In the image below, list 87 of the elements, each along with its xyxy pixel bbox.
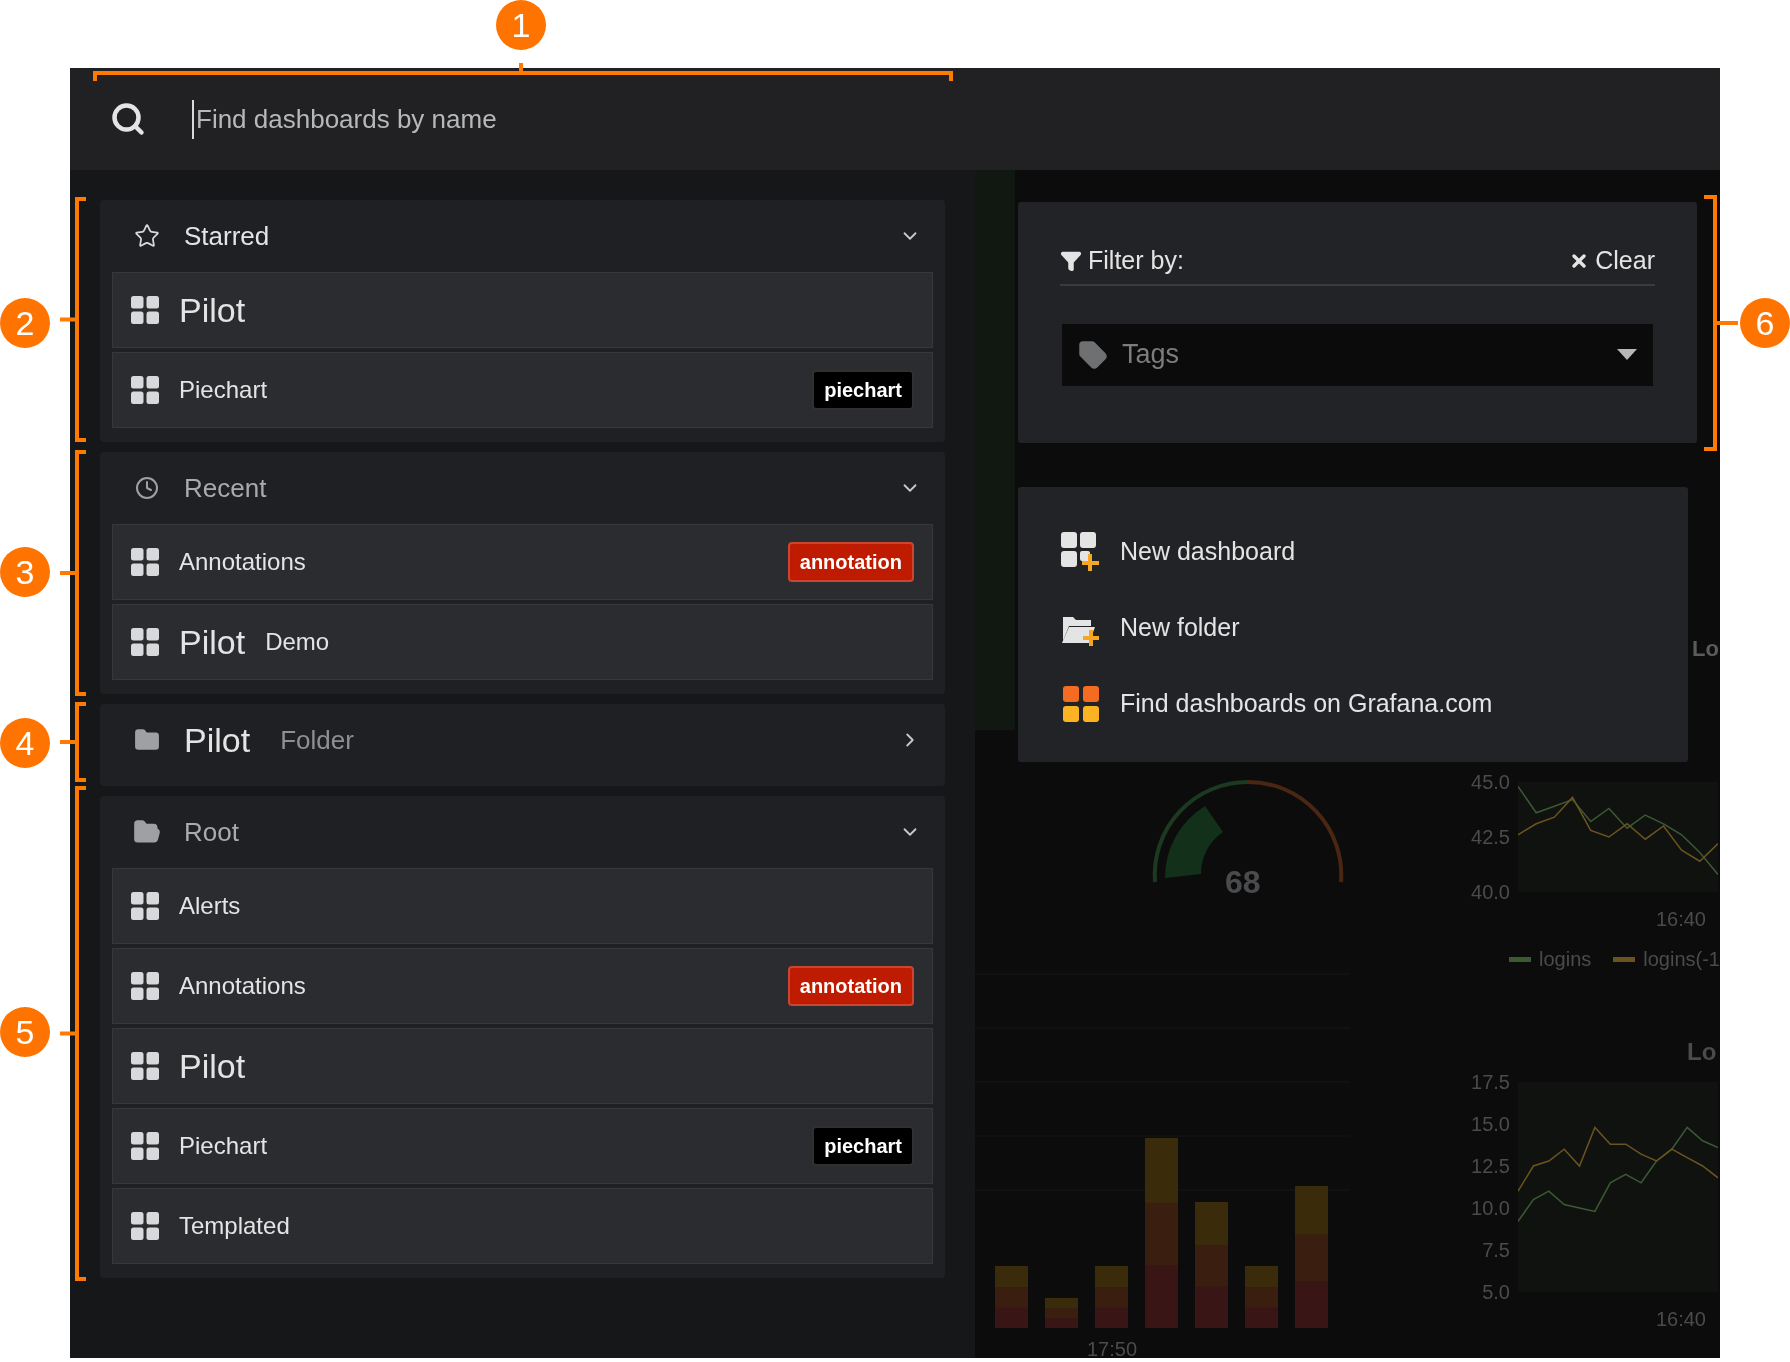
folder-name: Demo — [265, 627, 330, 657]
legend-swatch — [1509, 956, 1532, 962]
filter-icon — [1060, 249, 1082, 272]
search-icon — [110, 101, 146, 137]
dashboard-row[interactable]: Annotations annotation — [112, 948, 933, 1024]
dashboard-row[interactable]: Templated — [112, 1188, 933, 1264]
grid-icon — [131, 1212, 159, 1240]
panel-title: Lo — [1692, 635, 1719, 663]
stacked-bar — [1045, 1298, 1078, 1328]
section-header[interactable]: Recent — [112, 452, 933, 524]
legend-swatch — [1613, 956, 1636, 962]
grid-icon — [131, 972, 159, 1000]
dashboard-row[interactable]: Pilot — [112, 272, 933, 348]
axis-tick: 15.0 — [1471, 1112, 1510, 1136]
time-label: 16:40 — [1655, 907, 1706, 932]
star-icon — [134, 223, 160, 249]
axis-tick: 5.0 — [1482, 1280, 1510, 1304]
axis-tick: 17.5 — [1471, 1070, 1510, 1094]
axis-tick: 7.5 — [1482, 1238, 1510, 1262]
action-link[interactable]: Find dashboards on Grafana.com — [1060, 679, 1646, 729]
dashboard-title: Annotations — [179, 971, 306, 1001]
dashboard-row[interactable]: Pilot — [112, 1028, 933, 1104]
dashboard-title: Piechart — [179, 375, 268, 405]
action-link[interactable]: New dashboard — [1060, 527, 1646, 577]
search-field[interactable]: Find dashboards by name — [192, 99, 1092, 139]
tag-label[interactable]: piechart — [812, 370, 914, 410]
axis-tick: 42.5 — [1471, 825, 1510, 849]
grid-icon — [131, 376, 159, 404]
section-header[interactable]: Pilot Folder — [112, 704, 933, 776]
dashboard-row[interactable]: Piechart piechart — [112, 352, 933, 428]
section-title: Recent — [184, 471, 267, 505]
dashboard-title: Annotations — [179, 547, 306, 577]
clear-button[interactable]: Clear — [1569, 242, 1655, 280]
dashboard-title: Alerts — [179, 891, 241, 921]
legend-label: logins — [1539, 947, 1592, 972]
section-subtitle: Folder — [280, 723, 354, 757]
callout-number: 2 — [0, 298, 50, 348]
legend-label: logins(-1 — [1643, 947, 1720, 972]
dashboard-row[interactable]: Pilot Demo — [112, 604, 933, 680]
dashboard-title: Pilot — [179, 621, 246, 663]
grid-icon — [131, 892, 159, 920]
time-label: 17:50 — [1087, 1337, 1138, 1362]
dashboard-title: Pilot — [179, 289, 246, 331]
axis-tick: 45.0 — [1471, 770, 1510, 794]
dashboard-row[interactable]: Piechart piechart — [112, 1108, 933, 1184]
clock-icon — [135, 476, 159, 500]
callout-number: 4 — [0, 718, 50, 768]
time-label: 16:40 — [1655, 1307, 1706, 1332]
stacked-bar — [1095, 1266, 1128, 1328]
callout-number: 5 — [0, 1007, 50, 1057]
callout-number: 1 — [496, 0, 546, 50]
axis-tick: 10.0 — [1471, 1196, 1510, 1220]
panel-title: Lo — [1687, 1037, 1717, 1067]
axis-tick: 40.0 — [1471, 880, 1510, 904]
grid-icon — [131, 1052, 159, 1080]
tags-placeholder: Tags — [1122, 338, 1180, 372]
section-title: Pilot — [184, 719, 251, 761]
section-header[interactable]: Starred — [112, 200, 933, 272]
grid-icon — [131, 1132, 159, 1160]
axis-tick: 12.5 — [1471, 1154, 1510, 1178]
dashboard-title: Pilot — [179, 1045, 246, 1087]
callout-number: 3 — [0, 547, 50, 597]
folder-icon — [134, 727, 160, 753]
new-dashboard-icon — [1061, 532, 1101, 572]
callout-number: 6 — [1740, 298, 1790, 348]
dashboard-title: Templated — [179, 1211, 290, 1241]
tag-icon — [1078, 339, 1108, 370]
dashboard-row[interactable]: Alerts — [112, 868, 933, 944]
caret-icon — [1617, 349, 1637, 360]
filter-label: Filter by: — [1088, 245, 1184, 276]
dashboard-title: Piechart — [179, 1131, 268, 1161]
tag-label[interactable]: piechart — [812, 1126, 914, 1166]
grid-icon — [131, 548, 159, 576]
stacked-bar — [1245, 1266, 1278, 1328]
tag-label[interactable]: annotation — [787, 966, 914, 1006]
stacked-bar — [995, 1266, 1028, 1328]
grid-icon — [131, 628, 159, 656]
dashboard-row[interactable]: Annotations annotation — [112, 524, 933, 600]
tag-label[interactable]: annotation — [787, 542, 914, 582]
action-link[interactable]: New folder — [1060, 603, 1646, 653]
section-title: Starred — [184, 219, 270, 253]
tags-select[interactable]: Tags — [1062, 323, 1653, 386]
section-header[interactable]: Root — [112, 796, 933, 868]
gauge-value: 68 — [1225, 863, 1261, 902]
section-title: Root — [184, 815, 239, 849]
tiles-icon — [1063, 686, 1099, 722]
grid-icon — [131, 296, 159, 324]
